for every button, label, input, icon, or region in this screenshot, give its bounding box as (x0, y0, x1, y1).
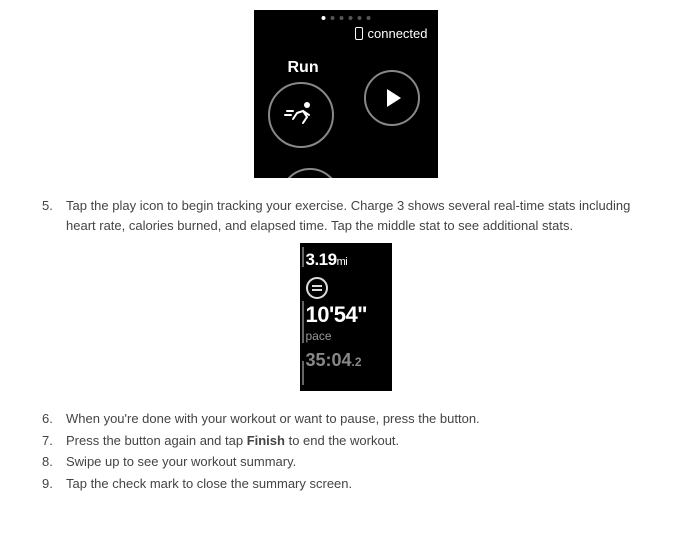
stat-elapsed-time: 35:04.2 (306, 347, 386, 374)
pager-dots (321, 16, 370, 20)
play-icon (387, 89, 401, 107)
exercise-mode-label: Run (288, 56, 319, 80)
stat-lap-icon (306, 277, 328, 299)
exercise-mode-icon-circle (268, 82, 334, 148)
stat-distance: 3.19mi (306, 247, 386, 273)
step-5: Tap the play icon to begin tracking your… (40, 196, 651, 235)
step-8: Swipe up to see your workout summary. (40, 452, 651, 472)
instruction-list: Tap the play icon to begin tracking your… (40, 196, 651, 235)
connected-label: connected (368, 24, 428, 44)
connected-status: connected (355, 24, 428, 44)
play-button (364, 70, 420, 126)
instruction-list-cont: When you're done with your workout or wa… (40, 409, 651, 493)
watch-screen-stats: 3.19mi 10'54" pace 35:04.2 (300, 243, 392, 391)
phone-icon (355, 27, 363, 40)
step-6: When you're done with your workout or wa… (40, 409, 651, 429)
stat-pace-value: 10'54" (306, 303, 386, 327)
watch-screen-run: connected Run (254, 10, 438, 178)
device-screenshot-run: connected Run (40, 10, 651, 178)
step-7: Press the button again and tap Finish to… (40, 431, 651, 451)
runner-icon (283, 97, 319, 133)
stat-pace-label: pace (306, 327, 386, 345)
step-9: Tap the check mark to close the summary … (40, 474, 651, 494)
next-mode-peek (280, 168, 340, 178)
device-screenshot-stats: 3.19mi 10'54" pace 35:04.2 (40, 243, 651, 391)
